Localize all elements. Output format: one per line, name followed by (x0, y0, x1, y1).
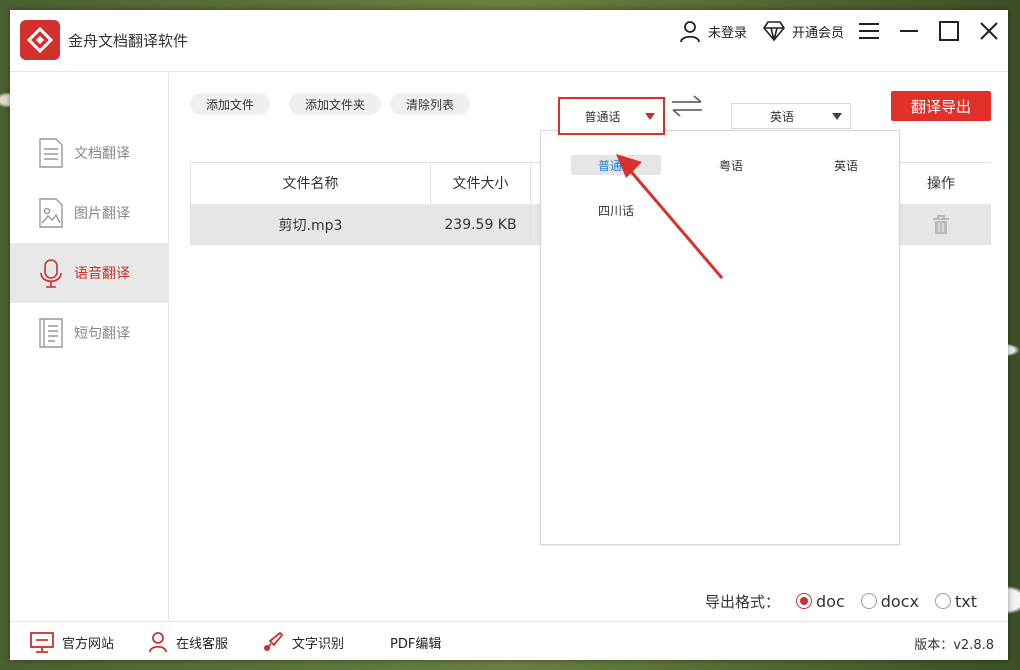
website-label: 官方网站 (62, 636, 115, 652)
add-file-button[interactable]: 添加文件 (190, 93, 271, 115)
chevron-down-icon (645, 113, 655, 120)
delete-cell (891, 204, 991, 245)
target-language-value: 英语 (769, 109, 794, 124)
radio-checked-icon (796, 593, 813, 609)
pdf-edit-label: PDF编辑 (390, 636, 442, 652)
format-docx-radio[interactable]: docx (860, 591, 919, 611)
language-option-cantonese[interactable]: 粤语 (686, 155, 776, 175)
vip-button[interactable]: 开通会员 (762, 18, 844, 44)
file-name-cell: 剪切.mp3 (191, 204, 431, 245)
chevron-down-icon (832, 113, 842, 120)
version-text: 版本：v2.8.8 (914, 638, 994, 653)
trash-icon[interactable] (932, 214, 950, 235)
maximize-icon[interactable] (936, 18, 962, 44)
language-option-sichuanese[interactable]: 四川话 (571, 200, 661, 220)
title-bar: 金舟文档翻译软件 未登录 开通会员 (10, 10, 1008, 72)
radio-unchecked-icon (860, 593, 877, 609)
menu-icon[interactable] (856, 18, 882, 44)
source-language-value: 普通话 (584, 109, 621, 124)
document-icon (39, 138, 63, 168)
ocr-label: 文字识别 (292, 636, 345, 652)
column-header-size: 文件大小 (431, 163, 531, 203)
website-link[interactable]: 官方网站 (30, 630, 114, 654)
language-dropdown-panel: 普通话 粤语 英语 四川话 (540, 130, 900, 545)
login-button[interactable]: 未登录 (678, 18, 747, 44)
column-header-action: 操作 (891, 163, 991, 203)
export-format-label: 导出格式： (705, 592, 781, 611)
sidebar-item-image[interactable]: 图片翻译 (10, 183, 169, 243)
minimize-icon[interactable] (896, 18, 922, 44)
format-doc-radio[interactable]: doc (796, 592, 845, 611)
language-option-english[interactable]: 英语 (801, 155, 891, 175)
sidebar-item-label: 图片翻译 (74, 206, 130, 222)
add-folder-button[interactable]: 添加文件夹 (289, 93, 382, 115)
ocr-link[interactable]: 文字识别 (262, 630, 344, 654)
sidebar-item-sentence[interactable]: 短句翻译 (10, 303, 169, 363)
diamond-icon (763, 21, 785, 42)
user-icon (680, 21, 700, 43)
footer-bar: 官方网站 在线客服 文字识别 PDF编辑 版本：v2.8.8 (10, 621, 1008, 660)
text-icon (39, 318, 63, 348)
sidebar-item-label: 文档翻译 (74, 146, 130, 162)
app-title: 金舟文档翻译软件 (68, 32, 189, 50)
pdf-edit-link[interactable]: PDF编辑 (390, 630, 441, 654)
clear-list-button[interactable]: 清除列表 (390, 93, 471, 115)
sidebar-item-label: 语音翻译 (74, 266, 130, 282)
target-language-select[interactable]: 英语 (731, 103, 851, 129)
app-logo-icon (20, 20, 60, 60)
app-window: 金舟文档翻译软件 未登录 开通会员 文档翻译 图片翻译 语音翻译 短句翻译 添加… (10, 10, 1008, 660)
sidebar-item-voice[interactable]: 语音翻译 (10, 243, 169, 303)
column-header-name: 文件名称 (191, 163, 431, 203)
image-icon (39, 198, 63, 228)
translate-export-button[interactable]: 翻译导出 (891, 91, 991, 121)
format-doc-label: doc (816, 591, 845, 611)
login-label: 未登录 (708, 25, 748, 41)
radio-unchecked-icon (934, 593, 951, 609)
format-docx-label: docx (880, 591, 919, 611)
main-panel: 添加文件 添加文件夹 清除列表 文件名称 文件大小 操作 剪切.mp3 239.… (170, 73, 1008, 621)
close-icon[interactable] (976, 18, 1002, 44)
swap-languages-icon[interactable] (670, 95, 704, 121)
vip-label: 开通会员 (792, 25, 845, 41)
format-txt-label: txt (954, 591, 977, 611)
file-size-cell: 239.59 KB (431, 204, 531, 245)
sidebar-item-label: 短句翻译 (74, 326, 130, 342)
language-option-mandarin[interactable]: 普通话 (571, 155, 661, 175)
microphone-icon (40, 259, 62, 288)
export-format-row: 导出格式： doc docx txt (705, 590, 977, 612)
monitor-icon (30, 632, 54, 653)
sidebar: 文档翻译 图片翻译 语音翻译 短句翻译 (10, 73, 169, 621)
brush-icon (264, 631, 284, 651)
support-label: 在线客服 (176, 636, 229, 652)
support-link[interactable]: 在线客服 (148, 630, 228, 654)
format-txt-radio[interactable]: txt (934, 591, 977, 611)
user-icon (149, 632, 167, 653)
sidebar-item-document[interactable]: 文档翻译 (10, 123, 169, 183)
source-language-select[interactable]: 普通话 (558, 97, 665, 135)
